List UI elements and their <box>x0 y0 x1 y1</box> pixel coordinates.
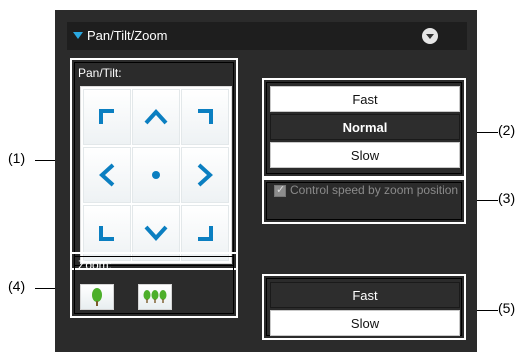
zoom-speed-fast-button[interactable]: Fast <box>270 282 460 308</box>
callout-3: (3) <box>498 190 516 206</box>
pan-up-right-button[interactable] <box>181 89 229 145</box>
zoom-wide-button[interactable] <box>138 284 172 310</box>
checkbox-label: Control speed by zoom position <box>290 183 459 197</box>
panel-header[interactable]: Pan/Tilt/Zoom <box>67 22 467 50</box>
speed-slow-button[interactable]: Slow <box>270 142 460 168</box>
callout-1: (1) <box>8 150 26 166</box>
expand-triangle-icon <box>73 32 83 39</box>
callout-2: (2) <box>498 122 516 138</box>
arrow-up-icon <box>144 109 168 125</box>
panel-title: Pan/Tilt/Zoom <box>87 28 168 43</box>
arrow-down-left-icon <box>99 226 114 241</box>
zoom-speed-slow-button[interactable]: Slow <box>270 310 460 336</box>
pan-right-button[interactable] <box>181 147 229 203</box>
home-button[interactable] <box>132 147 180 203</box>
speed-normal-button[interactable]: Normal <box>270 114 460 140</box>
arrow-up-left-icon <box>99 109 114 124</box>
zoom-tele-button[interactable] <box>80 284 114 310</box>
callout-5: (5) <box>498 300 516 316</box>
callout-4: (4) <box>8 278 26 294</box>
arrow-left-icon <box>99 163 115 187</box>
three-trees-icon <box>143 290 167 303</box>
tilt-up-button[interactable] <box>132 89 180 145</box>
home-dot-icon <box>152 171 160 179</box>
arrow-right-icon <box>197 163 213 187</box>
checkbox-checked-icon[interactable] <box>274 183 286 197</box>
arrow-down-icon <box>144 225 168 241</box>
zoom-position-speed-checkbox[interactable]: Control speed by zoom position <box>270 182 460 222</box>
arrow-down-right-icon <box>198 226 213 241</box>
pan-tilt-pad <box>80 86 232 264</box>
chevron-down-icon[interactable] <box>422 28 438 44</box>
pan-up-left-button[interactable] <box>83 89 131 145</box>
pan-tilt-label: Pan/Tilt: <box>78 66 122 80</box>
zoom-label: Zoom: <box>78 258 113 272</box>
pan-left-button[interactable] <box>83 147 131 203</box>
single-tree-icon <box>92 288 102 306</box>
speed-fast-button[interactable]: Fast <box>270 86 460 112</box>
arrow-up-right-icon <box>198 109 213 124</box>
